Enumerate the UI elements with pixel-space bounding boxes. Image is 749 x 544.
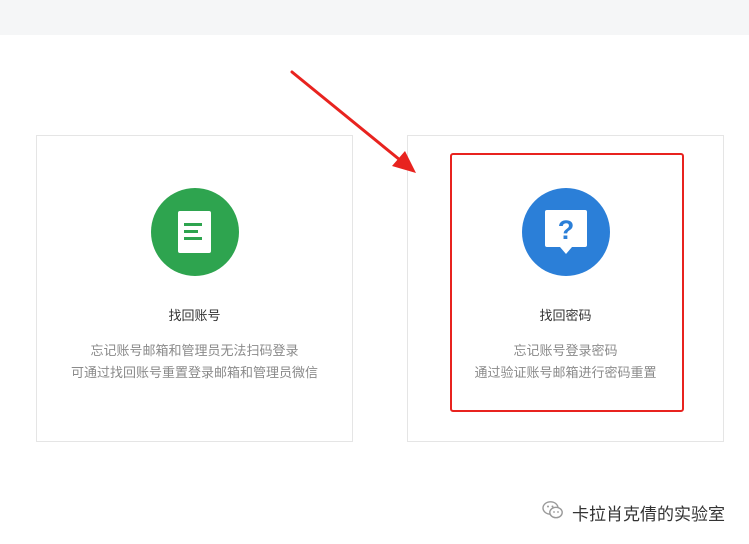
recover-account-card[interactable]: 找回账号 忘记账号邮箱和管理员无法扫码登录 可通过找回账号重置登录邮箱和管理员微… — [36, 135, 353, 442]
recover-password-title: 找回密码 — [539, 309, 592, 324]
recover-password-desc-line-2: 通过验证账号邮箱进行密码重置 — [474, 366, 657, 381]
watermark: 卡拉肖克倩的实验室 — [542, 500, 725, 525]
recover-password-card[interactable]: ? 找回密码 忘记账号登录密码 通过验证账号邮箱进行密码重置 — [407, 135, 724, 442]
wechat-icon — [542, 500, 564, 525]
recover-password-desc-line-1: 忘记账号登录密码 — [513, 344, 618, 359]
recover-password-description: 忘记账号登录密码 通过验证账号邮箱进行密码重置 — [408, 341, 723, 385]
recover-account-description: 忘记账号邮箱和管理员无法扫码登录 可通过找回账号重置登录邮箱和管理员微信 — [37, 341, 352, 385]
recover-account-desc-line-2: 可通过找回账号重置登录邮箱和管理员微信 — [70, 366, 318, 381]
question-bubble-icon: ? — [522, 188, 610, 276]
document-icon — [151, 188, 239, 276]
recover-account-title: 找回账号 — [168, 309, 221, 324]
watermark-text: 卡拉肖克倩的实验室 — [572, 505, 725, 525]
recover-account-desc-line-1: 忘记账号邮箱和管理员无法扫码登录 — [90, 344, 299, 359]
top-header-band — [0, 0, 749, 35]
svg-text:?: ? — [558, 215, 575, 245]
